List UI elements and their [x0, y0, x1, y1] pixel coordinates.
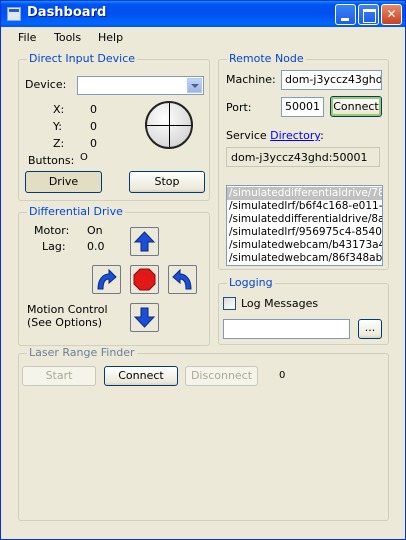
service-list-item[interactable]: /simulatedwebcam/b43173a4-8 — [227, 239, 382, 252]
minimize-button[interactable] — [335, 4, 356, 25]
stop-drive-button[interactable] — [130, 265, 159, 294]
menu-help[interactable]: Help — [98, 31, 123, 44]
y-value: 0 — [90, 120, 97, 133]
rotate-right-icon — [172, 268, 192, 290]
logging-title: Logging — [227, 276, 275, 289]
service-prefix: Service — [226, 129, 271, 142]
stop-octagon-icon — [133, 268, 156, 291]
service-list-item[interactable]: /simulateddifferentialdrive/8a94c — [227, 213, 382, 226]
machine-input[interactable]: dom-j3yccz43ghd — [281, 70, 382, 90]
device-select[interactable] — [77, 76, 204, 95]
rotate-right-button[interactable] — [168, 265, 197, 294]
remote-node-title: Remote Node — [227, 52, 306, 65]
buttons-value: O — [80, 152, 88, 163]
service-directory-label: Service Directory: — [226, 129, 324, 142]
directory-link[interactable]: Directory — [270, 129, 320, 142]
z-label: Z: — [53, 137, 65, 150]
log-file-input[interactable] — [223, 319, 350, 339]
log-messages-checkbox[interactable] — [223, 297, 236, 310]
browse-button[interactable]: ... — [358, 319, 382, 339]
laser-connect-button[interactable]: Connect — [104, 366, 178, 386]
machine-label: Machine: — [226, 73, 276, 86]
arrow-down-icon — [133, 307, 156, 328]
motor-value: On — [87, 224, 103, 237]
rotate-left-button[interactable] — [92, 265, 121, 294]
z-value: 0 — [90, 137, 97, 150]
lag-label: Lag: — [42, 240, 66, 253]
motion-control-hint: (See Options) — [27, 316, 103, 329]
chevron-down-icon[interactable] — [187, 78, 202, 93]
lag-value: 0.0 — [87, 240, 105, 253]
menu-tools[interactable]: Tools — [54, 31, 81, 44]
drive-button[interactable]: Drive — [25, 171, 102, 193]
close-button[interactable]: ✕ — [381, 4, 402, 25]
title-bar[interactable]: Dashboard ✕ — [1, 1, 405, 27]
joystick-crosshair[interactable] — [145, 101, 193, 149]
log-messages-label: Log Messages — [241, 297, 319, 310]
stop-button[interactable]: Stop — [129, 171, 205, 193]
service-list-item[interactable]: /simulatedwebcam/86f348ab-26 — [227, 252, 382, 265]
y-label: Y: — [53, 120, 62, 133]
motor-label: Motor: — [34, 224, 70, 237]
window-title: Dashboard — [27, 5, 107, 20]
service-suffix: : — [320, 129, 324, 142]
differential-drive-title: Differential Drive — [27, 205, 125, 218]
motion-control-label: Motion Control — [27, 303, 108, 316]
device-label: Device: — [25, 78, 67, 91]
port-input[interactable]: 50001 — [281, 97, 324, 117]
service-list-item[interactable]: /simulatedlrf/b6f4c168-e011-427 — [227, 200, 382, 213]
app-window-icon — [7, 7, 21, 21]
rotate-left-icon — [97, 268, 117, 290]
maximize-button[interactable] — [358, 4, 379, 25]
service-address-field: dom-j3yccz43ghd:50001 — [226, 147, 380, 167]
menu-file[interactable]: File — [18, 31, 36, 44]
service-list[interactable]: /simulateddifferentialdrive/7842c /simul… — [226, 185, 383, 266]
laser-disconnect-button[interactable]: Disconnect — [185, 366, 258, 386]
backward-button[interactable] — [130, 303, 159, 332]
laser-start-button[interactable]: Start — [22, 366, 96, 386]
x-label: X: — [53, 103, 65, 116]
port-label: Port: — [226, 101, 252, 114]
dashboard-window: Dashboard ✕ File Tools Help Direct Input… — [0, 0, 406, 540]
menu-bar: File Tools Help — [1, 27, 405, 47]
service-list-item[interactable]: /simulateddifferentialdrive/7842c — [227, 187, 382, 200]
remote-connect-button[interactable]: Connect — [330, 96, 382, 117]
laser-range-finder-title: Laser Range Finder — [27, 346, 137, 359]
laser-count-value: 0 — [279, 370, 286, 381]
service-list-item[interactable]: /simulatedlrf/956975c4-8540-4a — [227, 226, 382, 239]
arrow-up-icon — [133, 231, 156, 252]
x-value: 0 — [90, 103, 97, 116]
buttons-label: Buttons: — [28, 154, 75, 167]
direct-input-title: Direct Input Device — [27, 52, 138, 65]
forward-button[interactable] — [130, 227, 159, 256]
